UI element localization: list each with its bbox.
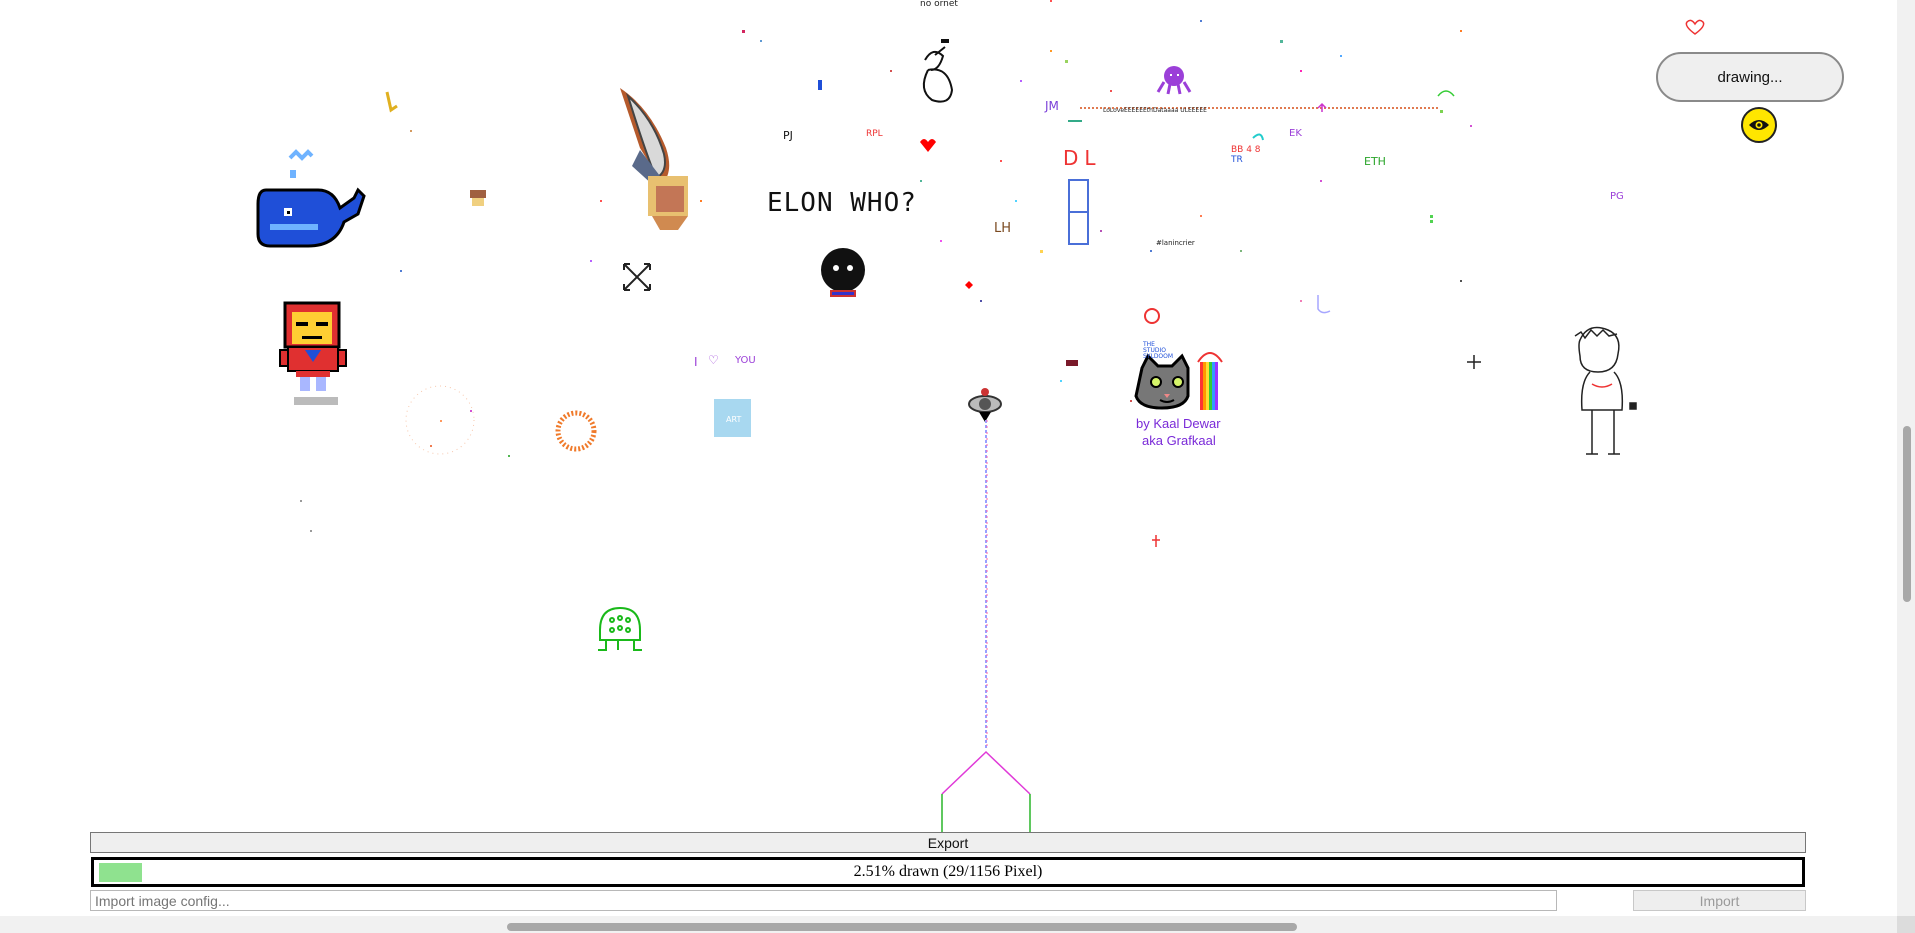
tr-label: TR [1231, 155, 1243, 165]
elon-who-label: ELON WHO? [767, 188, 917, 218]
import-button[interactable]: Import [1633, 890, 1806, 911]
hashtag-label: #lanincrier [1156, 239, 1195, 247]
octopus-pixel-art [1156, 66, 1192, 95]
rocket-pixel-art [620, 88, 688, 230]
blue-rectangle [1068, 179, 1089, 245]
drawing-progress-bar: 2.51% drawn (29/1156 Pixel) [91, 857, 1805, 887]
ironman-pixel-art [279, 301, 347, 405]
muffin-pixel-art [470, 190, 486, 206]
plus-mark [1467, 355, 1481, 369]
ek-label: EK [1289, 128, 1302, 139]
kaal-label-2: aka Grafkaal [1142, 433, 1216, 448]
crossed-arrows-icon [623, 263, 651, 291]
whale-pixel-art [256, 149, 366, 248]
house-outline [941, 750, 1031, 832]
heart-outline-icon: ♡ [708, 353, 719, 367]
i-love-you-right: YOU [735, 355, 756, 366]
top-fragment-label: no ornet [920, 0, 958, 9]
horizontal-scroll-thumb[interactable] [507, 923, 1297, 931]
grey-cat-pixel-art [1134, 352, 1223, 410]
red-circle [1144, 308, 1160, 324]
lh-label: LH [994, 221, 1012, 236]
dl-label: DL [1063, 146, 1102, 170]
confetti-noise [300, 0, 1472, 532]
rainbow-stripes [1197, 352, 1223, 410]
orange-dot-circle [555, 410, 597, 452]
export-button[interactable]: Export [90, 832, 1806, 853]
pg-label: PG [1610, 191, 1624, 202]
love-line-label: LoLoveEEEEEEthDataaaa ULEEEEE [1103, 107, 1207, 114]
eye-icon [1749, 120, 1769, 130]
progress-text: 2.51% drawn (29/1156 Pixel) [853, 863, 1043, 880]
kaal-label-1: by Kaal Dewar [1136, 416, 1221, 431]
num-label: BB 4 8 [1231, 145, 1261, 155]
pixel-canvas[interactable]: no ornet ELON WHO? PJ RPL JM LoLoveEEEEE… [0, 0, 1897, 916]
import-config-input[interactable] [90, 890, 1557, 911]
fly-pixel-art [968, 388, 1002, 422]
vertical-scrollbar[interactable] [1897, 0, 1915, 916]
scrollbar-corner [1897, 916, 1915, 933]
jm-label: JM [1045, 99, 1059, 113]
red-diamond [965, 281, 973, 289]
eye-toggle-button[interactable] [1741, 107, 1777, 143]
art-label: ART [726, 415, 742, 424]
green-creature-outline [598, 606, 642, 651]
drawing-status-pill[interactable]: drawing... [1656, 52, 1844, 102]
pj-label: PJ [783, 129, 793, 142]
rpl-label: RPL [866, 129, 883, 139]
bunny-sketch [922, 39, 954, 103]
horizontal-scrollbar[interactable] [0, 916, 1897, 933]
i-love-you-left: I [694, 355, 698, 369]
girl-sketch [1574, 326, 1637, 455]
red-heart [920, 139, 936, 152]
vertical-scroll-thumb[interactable] [1903, 426, 1911, 602]
soot-sprite-pixel-art [821, 248, 865, 297]
pixel-art-drawing [256, 0, 1705, 832]
eth-label: ETH [1364, 155, 1386, 168]
studio-label-3: SYLDOOM [1143, 353, 1174, 360]
